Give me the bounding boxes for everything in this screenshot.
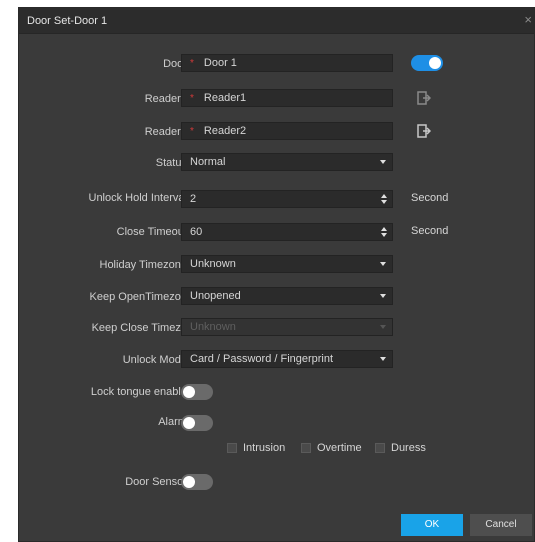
keep-open-timezone-select[interactable]: Unopened (181, 287, 393, 305)
door-label: Door: (163, 58, 190, 70)
unlock-mode-value: Card / Password / Fingerprint (190, 353, 334, 365)
toggle-knob (183, 386, 195, 398)
checkbox-box[interactable] (375, 443, 385, 453)
required-asterisk: * (190, 93, 194, 104)
required-asterisk: * (190, 126, 194, 137)
chevron-down-icon (380, 294, 386, 298)
reader1-value: Reader1 (203, 92, 247, 104)
status-value: Normal (190, 156, 226, 168)
dialog-title: Door Set-Door 1 (27, 15, 108, 27)
alarm-toggle[interactable] (181, 415, 213, 431)
status-label: Status: (155, 157, 190, 169)
unlock-hold-interval-stepper[interactable]: 2 (181, 190, 393, 208)
keep-open-timezone-value: Unopened (190, 290, 241, 302)
reader2-label: Reader2: (144, 126, 190, 138)
chevron-down-icon (380, 357, 386, 361)
door-name-input[interactable]: * Door 1 (181, 54, 393, 72)
door-sensor-toggle[interactable] (181, 474, 213, 490)
door-settings-dialog: Door Set-Door 1 × Door: * Door 1 Reader1:… (18, 7, 535, 542)
close-timeout-value: 60 (190, 226, 203, 238)
close-timeout-stepper[interactable]: 60 (181, 223, 393, 241)
holiday-timezone-value: Unknown (190, 258, 236, 270)
unlock-hold-interval-label: Unlock Hold Interval: (88, 192, 191, 204)
door-enable-toggle[interactable] (411, 55, 443, 71)
required-asterisk: * (190, 58, 194, 69)
close-timeout-unit: Second (411, 225, 449, 237)
chevron-down-icon (380, 160, 386, 164)
keep-close-timezone-value: Unknown (190, 321, 236, 333)
checkbox-box[interactable] (301, 443, 311, 453)
keep-close-timezone-select: Unknown (181, 318, 393, 336)
stepper-arrows-icon[interactable] (380, 192, 388, 206)
lock-tongue-label: Lock tongue enable: (90, 386, 190, 398)
overtime-label: Overtime (317, 442, 362, 454)
reader-direction-icon[interactable] (417, 91, 431, 105)
keep-close-timezone-label: Keep Close Timez... (91, 322, 190, 334)
alarm-label: Alarm: (158, 416, 190, 428)
unlock-hold-interval-unit: Second (411, 192, 449, 204)
reader2-value: Reader2 (203, 125, 247, 137)
holiday-timezone-label: Holiday Timezone: (99, 259, 191, 271)
toggle-knob (183, 417, 195, 429)
intrusion-label: Intrusion (243, 442, 286, 454)
checkbox-box[interactable] (227, 443, 237, 453)
cancel-button[interactable]: Cancel (470, 514, 532, 536)
unlock-mode-select[interactable]: Card / Password / Fingerprint (181, 350, 393, 368)
dialog-titlebar: Door Set-Door 1 × (19, 8, 534, 34)
door-name-value: Door 1 (203, 57, 237, 69)
door-sensor-label: Door Sensor: (125, 476, 190, 488)
stepper-arrows-icon[interactable] (380, 225, 388, 239)
unlock-mode-label: Unlock Mode: (122, 354, 190, 366)
lock-tongue-toggle[interactable] (181, 384, 213, 400)
toggle-knob (429, 57, 441, 69)
reader-direction-icon[interactable] (417, 124, 431, 138)
chevron-down-icon (380, 325, 386, 329)
reader1-input[interactable]: * Reader1 (181, 89, 393, 107)
duress-label: Duress (391, 442, 426, 454)
toggle-knob (183, 476, 195, 488)
ok-button[interactable]: OK (401, 514, 463, 536)
chevron-down-icon (380, 262, 386, 266)
reader2-input[interactable]: * Reader2 (181, 122, 393, 140)
status-select[interactable]: Normal (181, 153, 393, 171)
close-icon[interactable]: × (524, 12, 532, 27)
close-timeout-label: Close Timeout: (116, 226, 190, 238)
keep-open-timezone-label: Keep OpenTimezo... (89, 291, 190, 303)
reader1-label: Reader1: (144, 93, 190, 105)
unlock-hold-interval-value: 2 (190, 193, 197, 205)
holiday-timezone-select[interactable]: Unknown (181, 255, 393, 273)
